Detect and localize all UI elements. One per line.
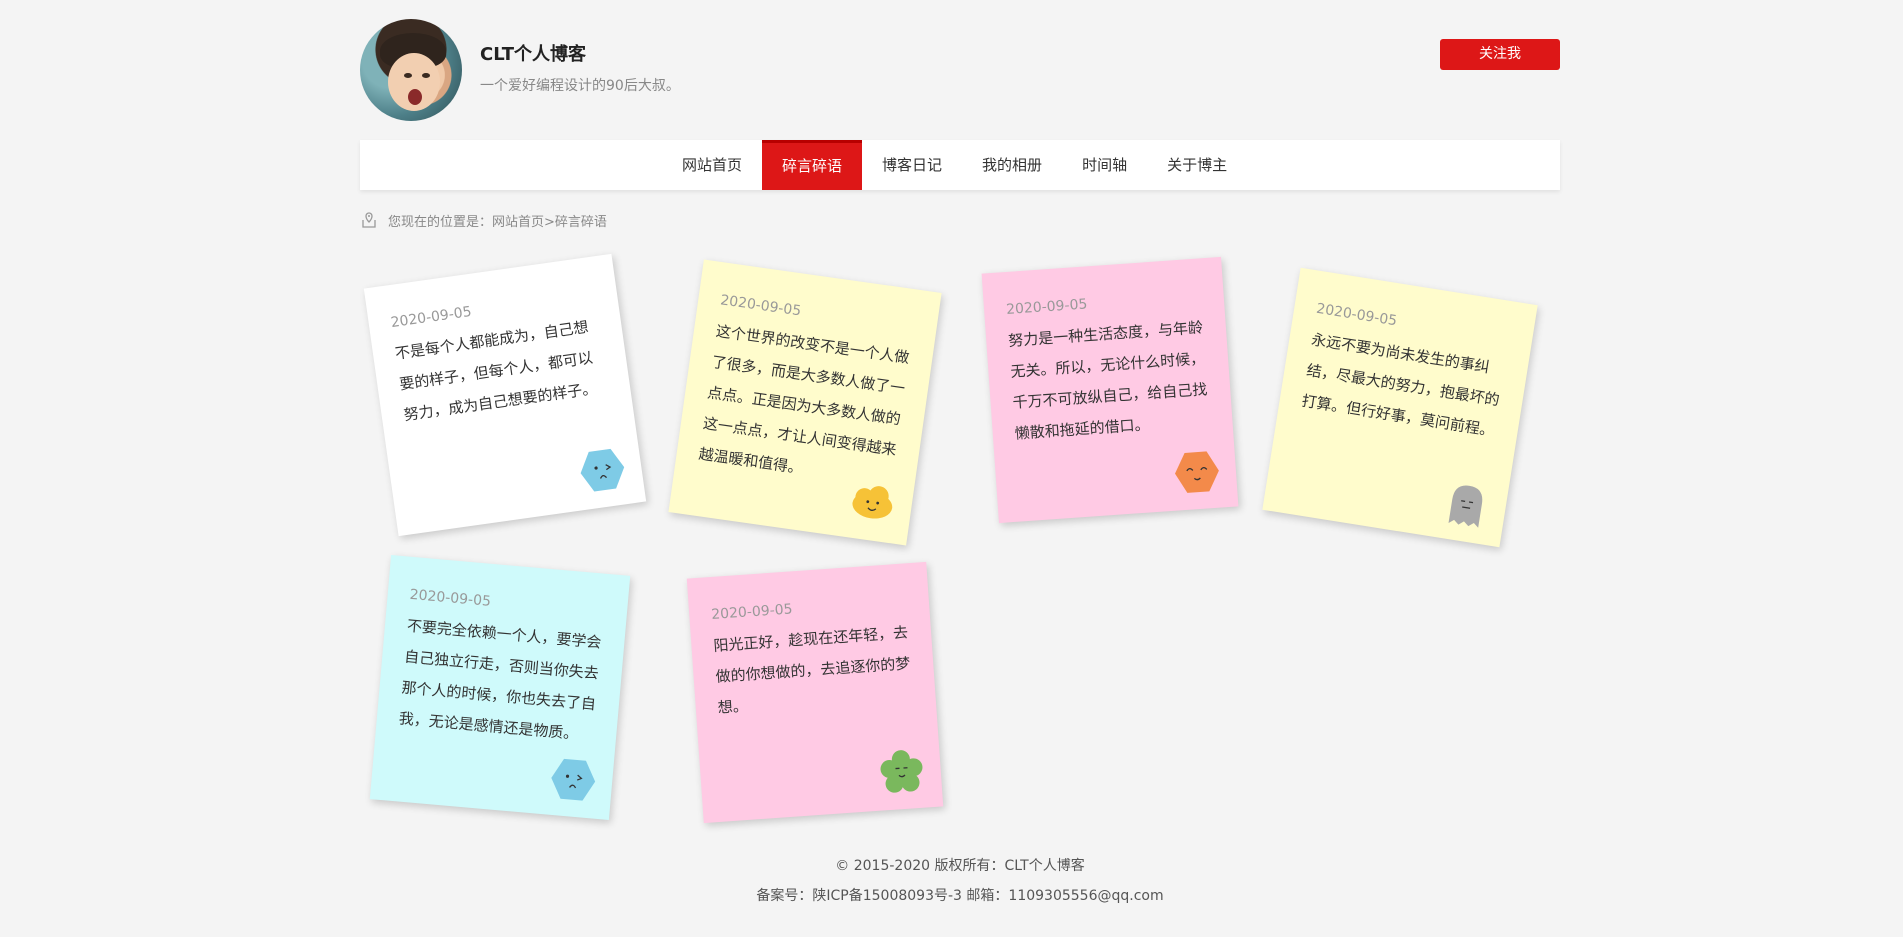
icp-text[interactable]: 备案号：陕ICP备15008093号-3 <box>756 888 962 904</box>
breadcrumb: 您现在的位置是： 网站首页>碎言碎语 <box>360 210 607 230</box>
note-text: 不是每个人都能成为，自己想要的样子，但每个人，都可以努力，成为自己想要的样子。 <box>393 317 599 425</box>
footer-copyright: © 2015-2020 版权所有：CLT个人博客 <box>360 855 1560 875</box>
nav-item-album[interactable]: 我的相册 <box>962 140 1062 190</box>
site-title: CLT个人博客 <box>480 44 586 65</box>
nav-item-home[interactable]: 网站首页 <box>662 140 762 190</box>
nav-item-about[interactable]: 关于博主 <box>1147 140 1247 190</box>
page-container: CLT个人博客 一个爱好编程设计的90后大叔。 关注我 网站首页 碎言碎语 博客… <box>360 0 1560 937</box>
nav-item-diary[interactable]: 博客日记 <box>862 140 962 190</box>
note-text: 努力是一种生活态度，与年龄无关。所以，无论什么时候，千万不可放纵自己，给自己找懒… <box>1007 318 1208 443</box>
note-text: 不要完全依赖一个人，要学会自己独立行走，否则当你失去那个人的时候，你也失去了自我… <box>398 616 603 743</box>
hexagon-happy-orange-icon <box>1174 451 1219 493</box>
note-card[interactable]: 2020-09-05 不是每个人都能成为，自己想要的样子，但每个人，都可以努力，… <box>363 253 647 537</box>
breadcrumb-path[interactable]: 网站首页>碎言碎语 <box>492 211 607 230</box>
note-card[interactable]: 2020-09-05 努力是一种生活态度，与年龄无关。所以，无论什么时候，千万不… <box>981 256 1239 524</box>
follow-button[interactable]: 关注我 <box>1440 39 1560 70</box>
note-text: 这个世界的改变不是一个人做了很多，而是大多数人做了一点点。正是因为大多数人做的这… <box>697 322 911 478</box>
main-nav: 网站首页 碎言碎语 博客日记 我的相册 时间轴 关于博主 <box>360 140 1560 190</box>
avatar[interactable] <box>360 19 462 121</box>
note-card[interactable]: 2020-09-05 不要完全依赖一个人，要学会自己独立行走，否则当你失去那个人… <box>369 555 631 820</box>
note-card[interactable]: 2020-09-05 永远不要为尚未发生的事纠结，尽最大的努力，抱最坏的打算。但… <box>1262 267 1538 548</box>
site-subtitle: 一个爱好编程设计的90后大叔。 <box>480 78 680 94</box>
ghost-gray-icon <box>1448 485 1483 528</box>
footer-info: 备案号：陕ICP备15008093号-3 邮箱：1109305556@qq.co… <box>360 885 1560 905</box>
location-icon <box>362 212 376 228</box>
cloud-smile-yellow-icon <box>852 486 893 519</box>
hexagon-sad-blue-icon <box>580 448 625 492</box>
nav-item-timeline[interactable]: 时间轴 <box>1062 140 1147 190</box>
hexagon-sad-blue-icon <box>551 758 596 801</box>
email-text: 邮箱：1109305556@qq.com <box>966 888 1164 904</box>
note-card[interactable]: 2020-09-05 阳光正好，趁现在还年轻，去做的你想做的，去追逐你的梦想。 <box>686 561 944 824</box>
nav-item-thoughts[interactable]: 碎言碎语 <box>762 140 863 190</box>
copyright-text: © 2015-2020 版权所有：CLT个人博客 <box>835 858 1085 874</box>
breadcrumb-prefix: 您现在的位置是： <box>388 214 493 230</box>
note-text: 永远不要为尚未发生的事纠结，尽最大的努力，抱最坏的打算。但行好事，莫问前程。 <box>1300 330 1501 440</box>
note-text: 阳光正好，趁现在还年轻，去做的你想做的，去追逐你的梦想。 <box>712 623 911 717</box>
note-card[interactable]: 2020-09-05 这个世界的改变不是一个人做了很多，而是大多数人做了一点点。… <box>668 259 942 546</box>
flower-green-icon <box>880 750 923 793</box>
